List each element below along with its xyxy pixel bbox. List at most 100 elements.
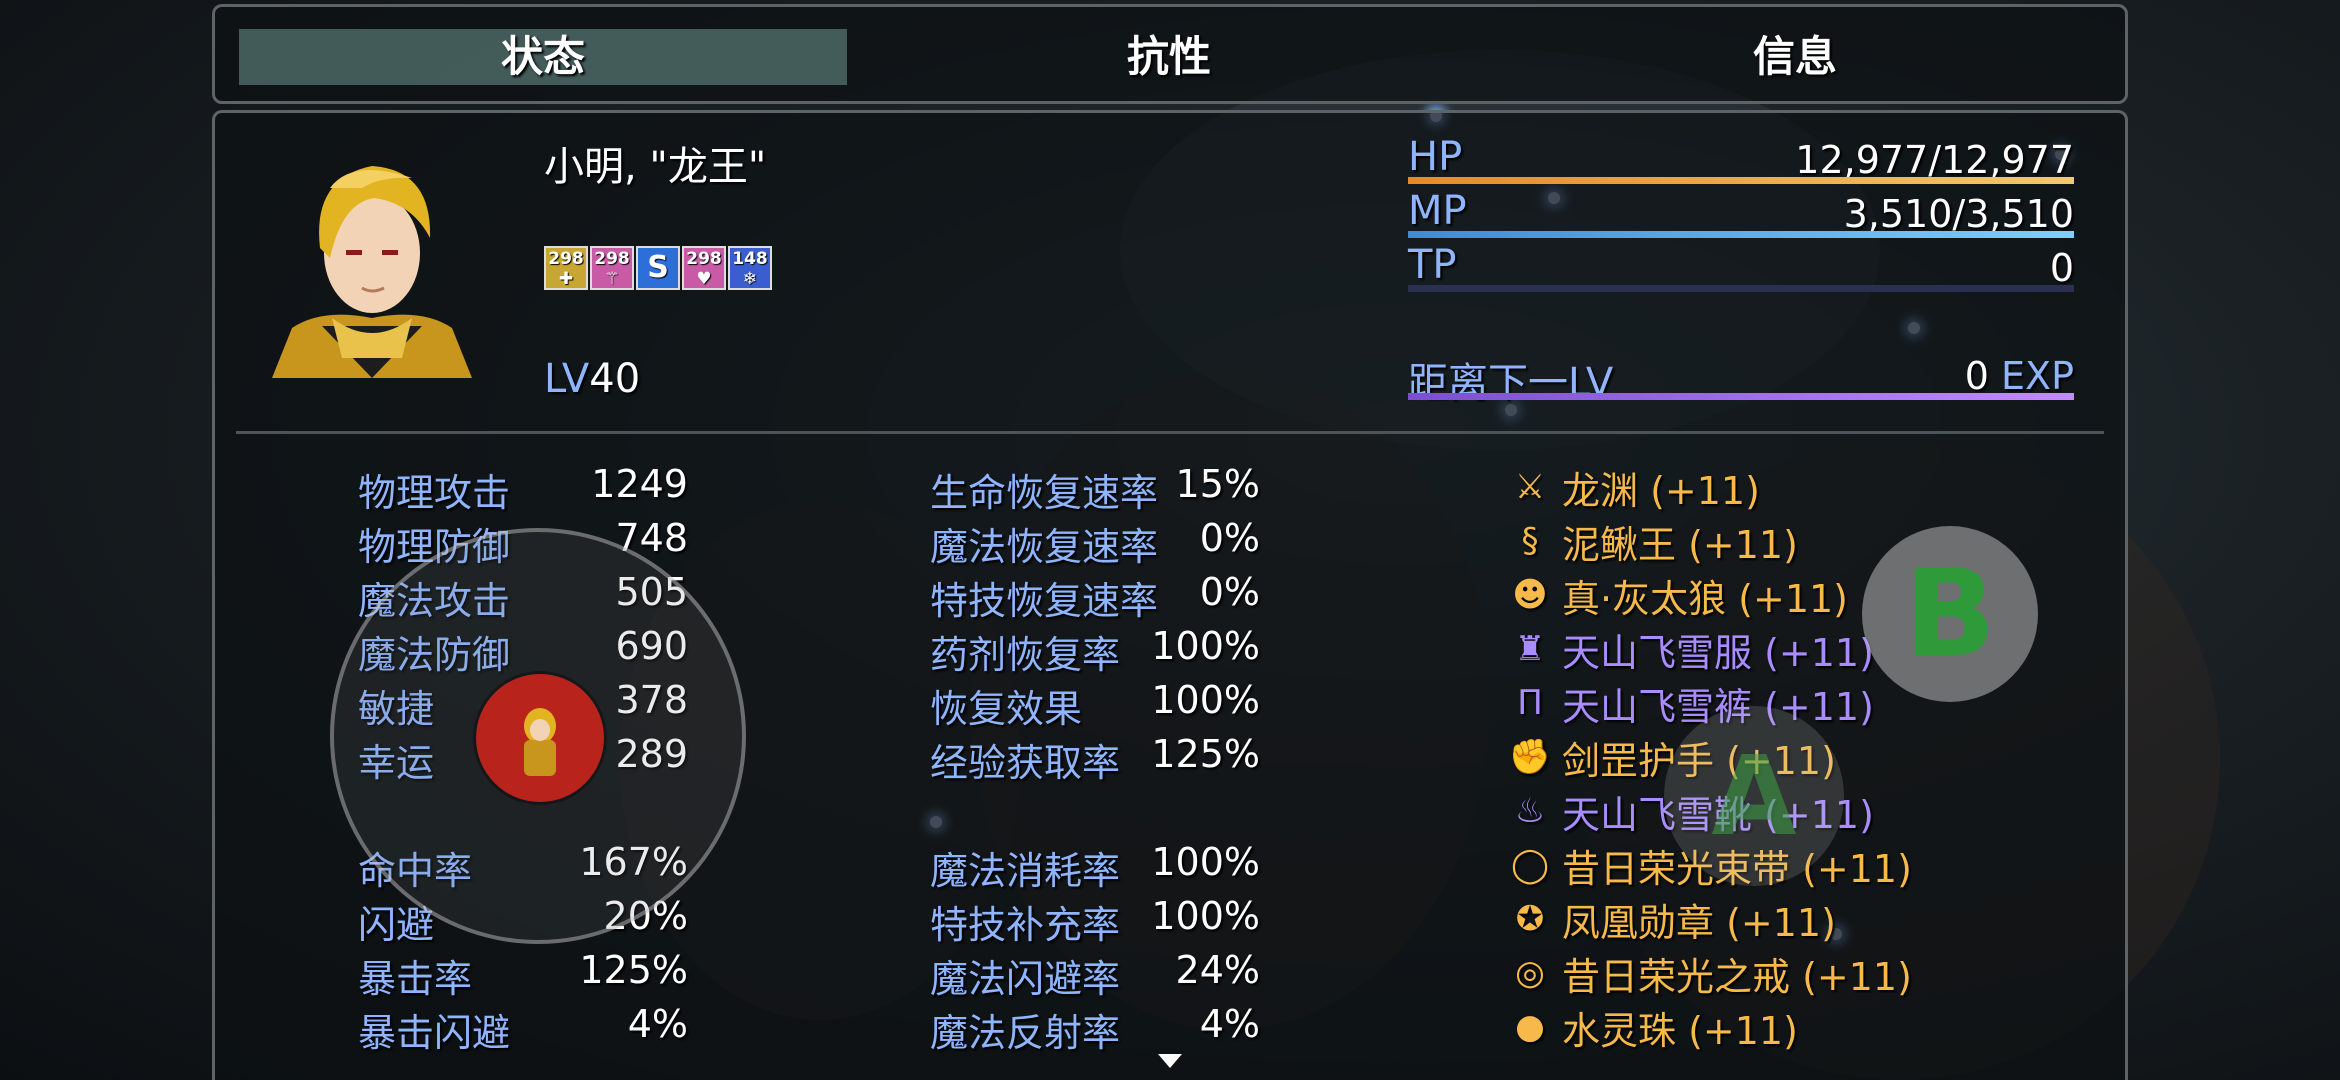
- equipment-name: 泥鳅王 (+11): [1562, 522, 1798, 567]
- sparam-value: 100%: [1151, 894, 1260, 938]
- scroll-down-icon[interactable]: [1158, 1054, 1182, 1068]
- sparam-value: 24%: [1175, 948, 1260, 992]
- tab-info[interactable]: 信息: [1491, 29, 2099, 85]
- hp-bar: [1408, 177, 2074, 184]
- equipment-item: ● 水灵珠 (+11): [1508, 1002, 1798, 1053]
- wolf-icon: ☻: [1512, 575, 1548, 615]
- mp-value: 3,510/3,510: [1843, 192, 2074, 236]
- tp-gauge: TP 0: [1408, 242, 2074, 292]
- xparam-value: 125%: [579, 948, 688, 992]
- equipment-item: § 泥鳅王 (+11): [1508, 516, 1798, 567]
- exp-bar: [1408, 393, 2074, 400]
- equipment-item: ⚔ 龙渊 (+11): [1508, 462, 1760, 513]
- sparam-row: 药剂恢复率 100%: [930, 624, 1260, 677]
- xparam-row: 暴击闪避 4%: [358, 1002, 688, 1055]
- sparam-row: 经验获取率 125%: [930, 732, 1260, 785]
- equipment-name: 凤凰勋章 (+11): [1562, 900, 1836, 945]
- sparam-row: 魔法反射率 4%: [930, 1002, 1260, 1055]
- serpent-icon: S: [636, 246, 680, 290]
- equipment-item: ✪ 凤凰勋章 (+11): [1508, 894, 1836, 945]
- hp-gauge: HP 12,977/12,977: [1408, 134, 2074, 184]
- mp-label: MP: [1408, 188, 1467, 234]
- equipment-name: 真·灰太狼 (+11): [1562, 576, 1849, 621]
- sparam-label: 生命恢复速率: [930, 471, 1159, 515]
- xparam-label: 暴击率: [358, 957, 473, 1001]
- equipment-name: 水灵珠 (+11): [1562, 1008, 1798, 1053]
- tp-bar: [1408, 285, 2074, 292]
- level-label: LV: [544, 356, 590, 402]
- sparam-value: 100%: [1151, 678, 1260, 722]
- exp-gauge: 距离下一LV 0 EXP: [1408, 350, 2074, 406]
- exp-unit: EXP: [2001, 354, 2074, 398]
- sparam-row: 恢复效果 100%: [930, 678, 1260, 731]
- shield-up-icon: 298 ⚚: [590, 246, 634, 290]
- equipment-item: ◎ 昔日荣光之戒 (+11): [1508, 948, 1912, 999]
- tab-status[interactable]: 状态: [239, 29, 847, 85]
- sparam-label: 经验获取率: [930, 741, 1121, 785]
- sparam-label: 恢复效果: [930, 687, 1083, 731]
- equipment-item: ☻ 真·灰太狼 (+11): [1508, 570, 1849, 621]
- sparam-value: 0%: [1199, 570, 1260, 614]
- eel-icon: §: [1521, 521, 1539, 561]
- orb-icon: ●: [1515, 1007, 1545, 1047]
- sword-up-icon: 298 ✚: [544, 246, 588, 290]
- sparam-row: 特技补充率 100%: [930, 894, 1260, 947]
- pants-icon: Π: [1517, 683, 1543, 723]
- character-name: 小明, "龙王": [544, 144, 767, 190]
- spear-icon: ⚔: [1514, 467, 1546, 507]
- param-row: 物理攻击 1249: [358, 462, 688, 515]
- tab-resistance[interactable]: 抗性: [865, 29, 1473, 85]
- tab-bar: 状态 抗性 信息: [212, 4, 2128, 104]
- sparam-value: 4%: [1199, 1002, 1260, 1046]
- character-sprite-icon: [524, 708, 556, 776]
- state-turns: 298: [686, 249, 722, 269]
- state-turns: 148: [732, 249, 768, 269]
- sparam-label: 魔法恢复速率: [930, 525, 1159, 569]
- param-value: 1249: [591, 462, 688, 506]
- equipment-item: ♜ 天山飞雪服 (+11): [1508, 624, 1874, 675]
- sparam-value: 15%: [1175, 462, 1260, 506]
- section-divider: [236, 431, 2104, 434]
- sparam-row: 特技恢复速率 0%: [930, 570, 1260, 623]
- exp-number: 0: [1964, 354, 1989, 398]
- gauntlet-icon: ✊: [1508, 737, 1552, 777]
- equipment-name: 昔日荣光之戒 (+11): [1562, 954, 1912, 999]
- robe-icon: ♜: [1514, 629, 1546, 669]
- state-icons: 298 ✚ 298 ⚚ S 298 ♥ 148 ❄: [544, 246, 772, 290]
- sparam-value: 100%: [1151, 840, 1260, 884]
- b-button[interactable]: B: [1862, 526, 2038, 702]
- joystick-knob[interactable]: [476, 674, 604, 802]
- sparam-row: 生命恢复速率 15%: [930, 462, 1260, 515]
- equipment-name: 天山飞雪服 (+11): [1562, 630, 1874, 675]
- xparam-value: 4%: [627, 1002, 688, 1046]
- hp-label: HP: [1408, 134, 1463, 180]
- mp-gauge: MP 3,510/3,510: [1408, 188, 2074, 238]
- character-portrait: [272, 166, 472, 378]
- boots-icon: ♨: [1514, 791, 1546, 831]
- state-turns: 298: [548, 249, 584, 269]
- exp-value: 0 EXP: [1965, 354, 2074, 398]
- xparam-row: 暴击率 125%: [358, 948, 688, 1001]
- belt-icon: ◯: [1510, 845, 1550, 885]
- sparam-label: 魔法闪避率: [930, 957, 1121, 1001]
- param-label: 物理攻击: [358, 471, 511, 515]
- state-turns: 298: [594, 249, 630, 269]
- tp-value: 0: [2049, 246, 2074, 290]
- level-value: 40: [589, 356, 641, 402]
- sparam-label: 特技恢复速率: [930, 579, 1159, 623]
- xparam-label: 暴击闪避: [358, 1011, 511, 1055]
- medal-icon: ✪: [1515, 899, 1545, 939]
- sparam-value: 0%: [1199, 516, 1260, 560]
- a-button[interactable]: A: [1664, 706, 1844, 886]
- sparam-label: 魔法消耗率: [930, 849, 1121, 893]
- ring-icon: ◎: [1515, 953, 1545, 993]
- sparam-label: 特技补充率: [930, 903, 1121, 947]
- sparam-label: 药剂恢复率: [930, 633, 1121, 677]
- hp-value: 12,977/12,977: [1795, 138, 2074, 182]
- equipment-name: 龙渊 (+11): [1562, 468, 1760, 513]
- sparam-value: 100%: [1151, 624, 1260, 668]
- sparam-row: 魔法闪避率 24%: [930, 948, 1260, 1001]
- snowflake-icon: 148 ❄: [728, 246, 772, 290]
- sparam-row: 魔法恢复速率 0%: [930, 516, 1260, 569]
- sparam-label: 魔法反射率: [930, 1011, 1121, 1055]
